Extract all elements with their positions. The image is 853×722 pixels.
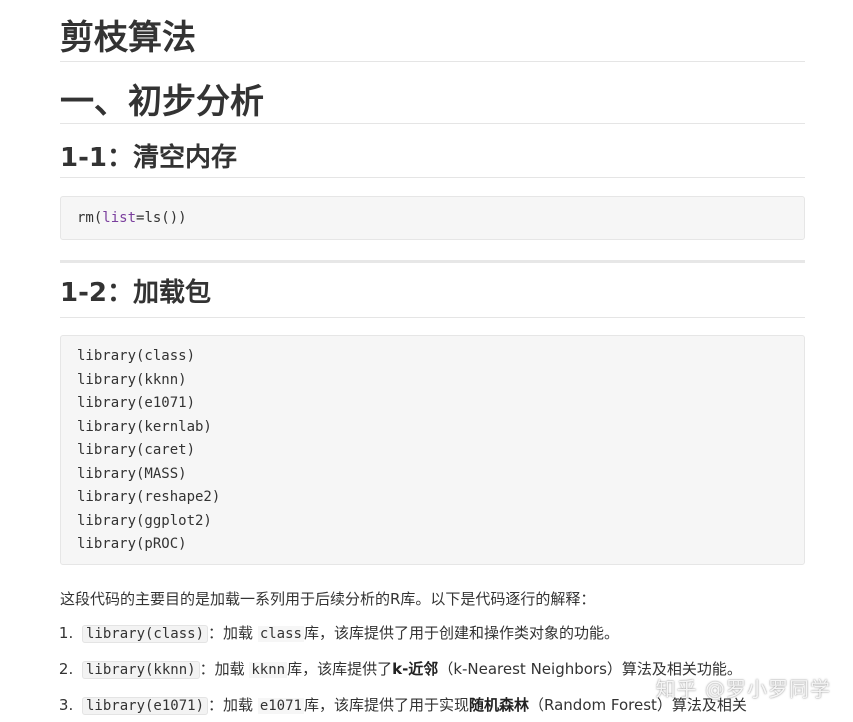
code-token: =ls()) [136, 210, 187, 226]
watermark: 知乎 @罗小罗同学 [655, 677, 831, 701]
code-block-clear-memory: rm(list=ls()) [60, 196, 805, 240]
code-keyword: list [102, 210, 137, 226]
list-item-text: 库，该库提供了用于实现 [303, 696, 469, 714]
list-item-text: 库，该库提供了 [287, 660, 393, 678]
code-line: library(reshape2) [77, 489, 221, 505]
code-line: library(caret) [77, 442, 196, 458]
subsection-heading-clear-memory: 1-1：清空内存 [60, 124, 805, 178]
inline-code-package: kknn [249, 662, 288, 678]
section-heading: 一、初步分析 [60, 62, 805, 124]
bold-term: 随机森林 [468, 696, 529, 714]
explanation-list: library(class)：加载 class库，该库提供了用于创建和操作类对象… [60, 622, 805, 722]
list-item-sep: ：加载 [208, 624, 254, 642]
code-line: library(pROC) [77, 536, 187, 552]
subsection-heading-load-packages: 1-2：加载包 [60, 263, 805, 318]
code-block-load-packages: library(class) library(kknn) library(e10… [60, 335, 805, 565]
intro-paragraph: 这段代码的主要目的是加载一系列用于后续分析的R库。以下是代码逐行的解释： [60, 590, 596, 608]
bold-term: k-近邻 [392, 660, 439, 678]
list-item: library(class)：加载 class库，该库提供了用于创建和操作类对象… [78, 622, 805, 658]
code-token: rm( [77, 210, 103, 226]
inline-code: library(class) [82, 625, 209, 643]
list-item-sep: ：加载 [199, 660, 245, 678]
code-line: library(class) [77, 348, 196, 364]
code-line: library(kernlab) [77, 418, 212, 435]
code-line: library(MASS) [77, 465, 187, 482]
inline-code: library(e1071) [82, 697, 209, 715]
inline-code-package: e1071 [257, 698, 304, 714]
code-line: library(kknn) [77, 371, 187, 388]
code-line: library(e1071) [77, 395, 196, 411]
list-item-sep: ：加载 [208, 696, 254, 714]
code-line: library(ggplot2) [77, 512, 212, 529]
list-item-text: 库，该库提供了用于创建和操作类对象的功能。 [303, 624, 619, 642]
page-title: 剪枝算法 [60, 0, 805, 62]
inline-code: library(kknn) [82, 661, 200, 679]
inline-code-package: class [257, 626, 304, 642]
document: 剪枝算法 一、初步分析 1-1：清空内存 rm(list=ls()) 1-2：加… [60, 0, 805, 722]
